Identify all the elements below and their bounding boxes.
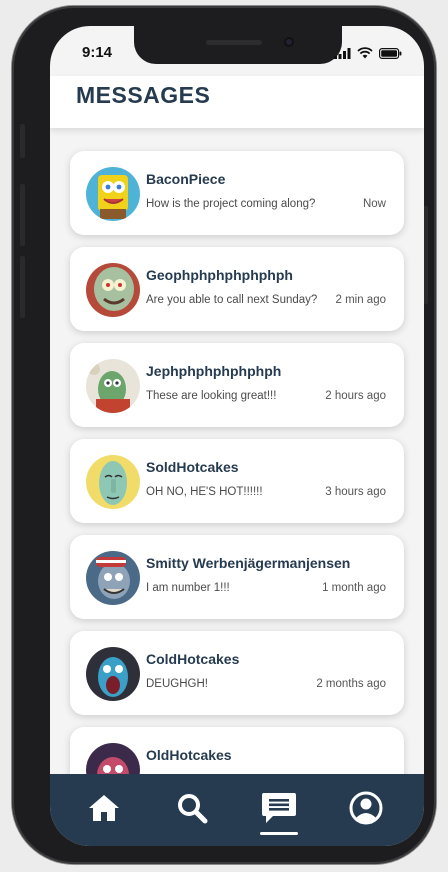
- bottom-tab-bar: [50, 774, 424, 846]
- volume-down-button: [20, 256, 25, 318]
- contact-name: BaconPiece: [146, 171, 226, 187]
- avatar: [86, 551, 140, 605]
- status-time: 9:14: [82, 44, 113, 61]
- phone-frame: 9:14 MESSAGES BaconPiece How is the proj…: [12, 6, 436, 864]
- message-time: 2 min ago: [335, 294, 386, 306]
- conversation-card[interactable]: ColdHotcakes DEUGHGH! 2 months ago: [70, 631, 404, 715]
- tab-home[interactable]: [82, 786, 126, 830]
- message-preview: How is the project coming along?: [146, 198, 316, 210]
- conversation-card[interactable]: SoldHotcakes OH NO, HE'S HOT!!!!!! 3 hou…: [70, 439, 404, 523]
- avatar: [86, 359, 140, 413]
- battery-icon: [379, 47, 402, 59]
- tab-search[interactable]: [170, 786, 214, 830]
- message-preview: OH NO, HE'S HOT!!!!!!: [146, 486, 263, 498]
- message-time: Now: [362, 198, 386, 210]
- conversation-card[interactable]: Smitty Werbenjägermanjensen I am number …: [70, 535, 404, 619]
- active-tab-indicator: [260, 832, 298, 835]
- contact-name: SoldHotcakes: [146, 459, 239, 475]
- chat-icon: [262, 793, 296, 823]
- conversation-card[interactable]: BaconPiece How is the project coming alo…: [70, 151, 404, 235]
- contact-name: ColdHotcakes: [146, 651, 240, 667]
- tab-messages[interactable]: [257, 786, 301, 830]
- conversation-card[interactable]: Jephphphphphphph These are looking great…: [70, 343, 404, 427]
- avatar: [86, 455, 140, 509]
- conversation-card[interactable]: Geophphphphphphph Are you able to call n…: [70, 247, 404, 331]
- message-preview: I am number 1!!!: [146, 582, 230, 594]
- message-time: 1 month ago: [322, 582, 386, 594]
- contact-name: Jephphphphphphph: [146, 363, 282, 379]
- status-icons: [334, 47, 402, 59]
- contact-name: Smitty Werbenjägermanjensen: [146, 555, 351, 571]
- message-time: 3 hours ago: [325, 486, 386, 498]
- status-bar: 9:14: [50, 26, 424, 76]
- volume-up-button: [20, 184, 25, 246]
- message-preview: Are you able to call next Sunday?: [146, 294, 318, 306]
- mute-switch: [20, 124, 25, 158]
- tab-profile[interactable]: [344, 786, 388, 830]
- contact-name: Geophphphphphphph: [146, 267, 293, 283]
- page-title: MESSAGES: [76, 82, 211, 108]
- message-time: 2 months ago: [316, 678, 386, 690]
- signal-icon: [334, 47, 351, 59]
- contact-name: OldHotcakes: [146, 747, 232, 763]
- home-icon: [89, 795, 119, 821]
- message-preview: These are looking great!!!: [146, 390, 277, 402]
- message-preview: DEUGHGH!: [146, 678, 208, 690]
- screen: 9:14 MESSAGES BaconPiece How is the proj…: [50, 26, 424, 846]
- header: MESSAGES: [50, 76, 424, 128]
- search-icon: [178, 794, 208, 824]
- user-icon: [349, 791, 383, 825]
- wifi-icon: [357, 47, 373, 59]
- avatar: [86, 167, 140, 221]
- avatar: [86, 647, 140, 701]
- message-time: 2 hours ago: [325, 390, 386, 402]
- avatar: [86, 263, 140, 317]
